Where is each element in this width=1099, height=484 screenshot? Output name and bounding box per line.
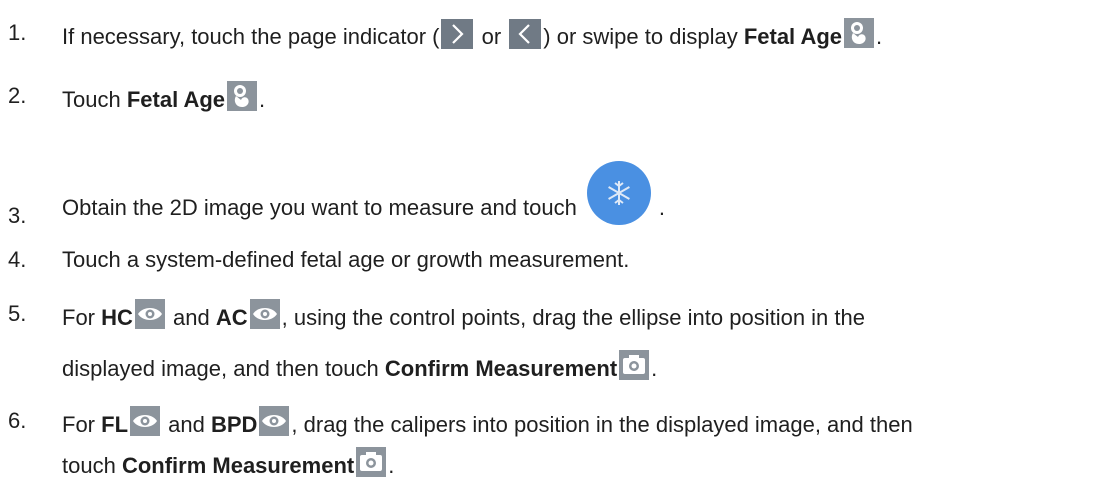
step-text: Obtain the 2D image you want to measure … [62,161,665,227]
step-text-part: . [259,87,266,112]
step-text-part: touch [62,453,122,478]
step-text-part: , using the control points, drag the ell… [281,305,865,330]
step-text: If necessary, touch the page indicator (… [62,18,882,52]
step-text-part: For [62,305,102,330]
fetal-age-label: Fetal Age [126,87,226,112]
step-text-part: For [62,412,102,437]
fl-label: FL [101,412,129,437]
freeze-button[interactable] [586,161,651,225]
step-text: displayed image, and then touch Confirm … [62,350,657,384]
step-number: 5. [8,301,27,326]
bpd-label: BPD [210,412,258,437]
step-text-part: Obtain the 2D image you want to measure … [62,195,577,220]
step-text-part: ) or swipe to display [543,24,744,49]
snowflake-icon [607,181,630,205]
step-number: 3. [8,203,27,228]
step-text-part: or [475,24,508,49]
camera-icon[interactable] [619,350,650,380]
step-text: Touch Fetal Age. [62,81,265,115]
hc-label: HC [101,305,133,330]
chevron-left-icon[interactable] [509,19,542,49]
ac-label: AC [215,305,248,330]
eye-icon[interactable] [130,406,161,436]
fetus-icon[interactable] [844,18,875,48]
fetal-age-label: Fetal Age [743,24,843,49]
step-text-part: . [388,453,395,478]
step-text-part: , drag the calipers into position in the… [291,412,913,437]
step-text-part: If necessary, touch the page indicator ( [62,24,440,49]
confirm-measurement-label: Confirm Measurement [121,453,355,478]
camera-icon[interactable] [356,447,387,477]
step-text: For HC and AC , using the control points,… [62,299,865,333]
step-text-part: Touch [62,87,127,112]
chevron-right-icon[interactable] [441,19,474,49]
step-text-part: . [876,24,883,49]
eye-icon[interactable] [259,406,290,436]
step-number: 6. [8,408,27,433]
eye-icon[interactable] [249,299,280,329]
step-text-part: . [658,195,665,220]
step-text-part: displayed image, and then touch [62,356,385,381]
step-number: 2. [8,83,27,108]
step-number: 4. [8,247,27,272]
step-text: Touch a system-defined fetal age or grow… [62,247,630,272]
step-text-part: and [166,305,216,330]
step-text-part: . [651,356,658,381]
confirm-measurement-label: Confirm Measurement [384,356,618,381]
step-text: touch Confirm Measurement. [62,447,394,481]
step-text: For FL and BPD , drag the calipers into p… [62,406,913,440]
step-text-part: and [162,412,211,437]
step-number: 1. [8,20,27,45]
eye-icon[interactable] [134,299,165,329]
fetus-icon[interactable] [227,81,258,111]
